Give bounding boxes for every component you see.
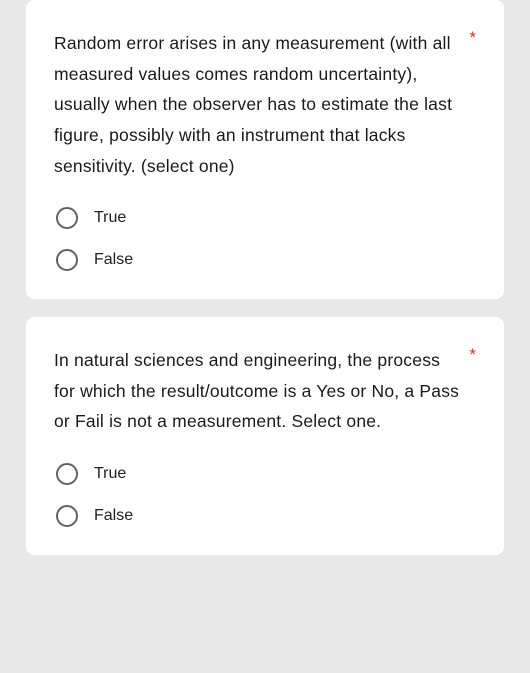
- radio-icon: [56, 249, 78, 271]
- radio-icon: [56, 505, 78, 527]
- options-group: True False: [54, 207, 476, 271]
- option-false[interactable]: False: [54, 505, 476, 527]
- question-text-wrap: In natural sciences and engineering, the…: [54, 345, 463, 437]
- radio-icon: [56, 207, 78, 229]
- option-label: True: [94, 465, 126, 483]
- question-card: In natural sciences and engineering, the…: [26, 317, 504, 555]
- radio-icon: [56, 463, 78, 485]
- question-header: Random error arises in any measurement (…: [54, 28, 476, 181]
- question-header: In natural sciences and engineering, the…: [54, 345, 476, 437]
- required-asterisk: *: [469, 345, 476, 365]
- option-label: True: [94, 209, 126, 227]
- question-card: Random error arises in any measurement (…: [26, 0, 504, 299]
- option-label: False: [94, 251, 133, 269]
- option-false[interactable]: False: [54, 249, 476, 271]
- question-text: Random error arises in any measurement (…: [54, 33, 452, 176]
- question-text-wrap: Random error arises in any measurement (…: [54, 28, 463, 181]
- required-asterisk: *: [469, 28, 476, 48]
- option-true[interactable]: True: [54, 463, 476, 485]
- option-label: False: [94, 507, 133, 525]
- options-group: True False: [54, 463, 476, 527]
- option-true[interactable]: True: [54, 207, 476, 229]
- question-text: In natural sciences and engineering, the…: [54, 350, 459, 431]
